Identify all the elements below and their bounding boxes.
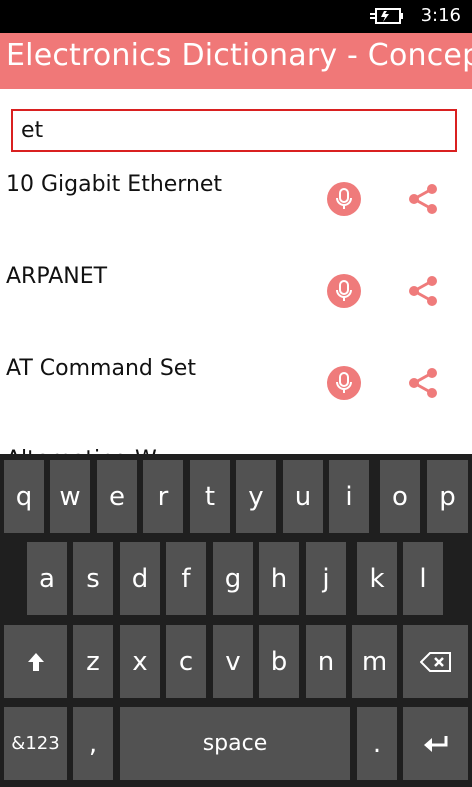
microphone-icon[interactable] xyxy=(327,182,361,216)
key-n[interactable]: n xyxy=(306,625,346,698)
microphone-icon[interactable] xyxy=(327,274,361,308)
key-x[interactable]: x xyxy=(120,625,160,698)
key-e[interactable]: e xyxy=(97,460,137,533)
key-d[interactable]: d xyxy=(120,542,160,615)
key-s[interactable]: s xyxy=(73,542,113,615)
share-icon[interactable] xyxy=(406,182,440,216)
symbols-key[interactable]: &123 xyxy=(4,707,67,780)
search-box[interactable] xyxy=(11,109,457,152)
key-k[interactable]: k xyxy=(357,542,397,615)
enter-key[interactable] xyxy=(403,707,468,780)
shift-arrow-icon xyxy=(27,652,44,671)
app-header: Electronics Dictionary - Concepts Te xyxy=(0,33,472,89)
share-icon[interactable] xyxy=(406,274,440,308)
shift-key[interactable] xyxy=(4,625,67,698)
period-key[interactable]: . xyxy=(357,707,397,780)
list-item[interactable]: 10 Gigabit Ethernet xyxy=(0,166,472,258)
item-label: 10 Gigabit Ethernet xyxy=(6,172,223,197)
key-i[interactable]: i xyxy=(329,460,369,533)
backspace-key[interactable] xyxy=(403,625,468,698)
microphone-icon[interactable] xyxy=(327,366,361,400)
on-screen-keyboard: q w e r t y u i o p a s d f g h j k l z … xyxy=(0,454,472,787)
key-f[interactable]: f xyxy=(166,542,206,615)
battery-charging-icon xyxy=(370,8,403,24)
key-j[interactable]: j xyxy=(306,542,346,615)
status-time: 3:16 xyxy=(420,5,461,26)
key-h[interactable]: h xyxy=(259,542,299,615)
key-p[interactable]: p xyxy=(427,460,468,533)
space-key[interactable]: space xyxy=(120,707,350,780)
key-g[interactable]: g xyxy=(213,542,253,615)
key-w[interactable]: w xyxy=(50,460,90,533)
item-label: ARPANET xyxy=(6,264,108,289)
key-y[interactable]: y xyxy=(236,460,276,533)
status-bar: 3:16 xyxy=(0,0,472,33)
key-t[interactable]: t xyxy=(190,460,230,533)
key-o[interactable]: o xyxy=(380,460,420,533)
key-r[interactable]: r xyxy=(143,460,183,533)
key-v[interactable]: v xyxy=(213,625,253,698)
list-item[interactable]: ARPANET xyxy=(0,258,472,350)
enter-icon xyxy=(423,735,447,752)
key-q[interactable]: q xyxy=(4,460,44,533)
key-b[interactable]: b xyxy=(259,625,299,698)
key-a[interactable]: a xyxy=(27,542,67,615)
key-c[interactable]: c xyxy=(166,625,206,698)
key-z[interactable]: z xyxy=(73,625,113,698)
list-item[interactable]: AT Command Set xyxy=(0,350,472,442)
key-u[interactable]: u xyxy=(283,460,323,533)
search-input[interactable] xyxy=(13,111,455,150)
key-m[interactable]: m xyxy=(352,625,397,698)
share-icon[interactable] xyxy=(406,366,440,400)
comma-key[interactable]: , xyxy=(73,707,113,780)
app-title: Electronics Dictionary - Concepts Te xyxy=(6,38,472,73)
key-l[interactable]: l xyxy=(403,542,443,615)
backspace-icon xyxy=(419,651,451,672)
item-label: AT Command Set xyxy=(6,356,196,381)
